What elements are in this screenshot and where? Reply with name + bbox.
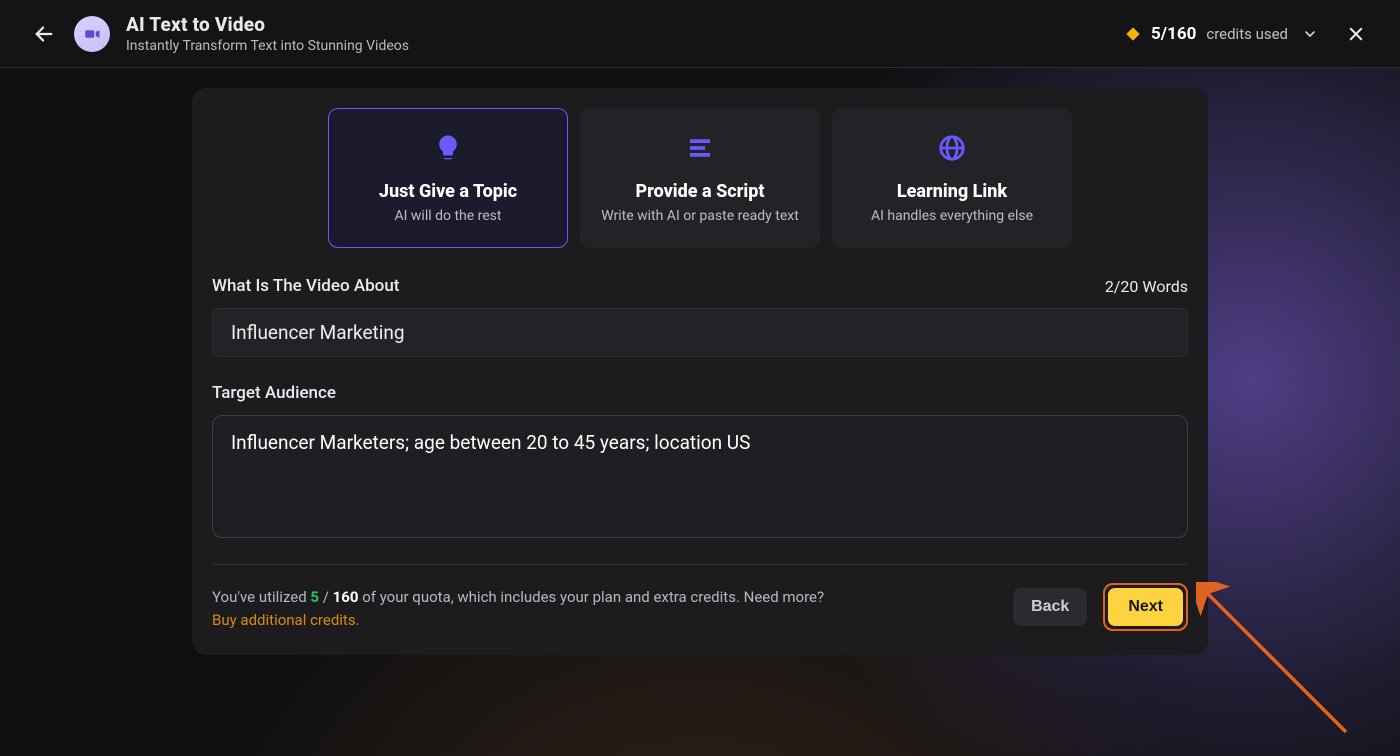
top-bar: AI Text to Video Instantly Transform Tex… [0, 0, 1400, 68]
option-subtitle: Write with AI or paste ready text [601, 208, 799, 224]
back-arrow-button[interactable] [24, 14, 64, 54]
arrow-left-icon [33, 23, 55, 45]
option-card-link[interactable]: Learning Link AI handles everything else [832, 108, 1072, 248]
video-camera-icon [83, 25, 101, 43]
main-panel: Just Give a Topic AI will do the rest Pr… [192, 88, 1208, 655]
option-card-script[interactable]: Provide a Script Write with AI or paste … [580, 108, 820, 248]
quota-total: 160 [333, 588, 359, 606]
quota-block: You've utilized 5 / 160 of your quota, w… [212, 586, 824, 629]
buy-credits-link[interactable]: Buy additional credits. [212, 611, 360, 629]
option-subtitle: AI handles everything else [871, 208, 1033, 224]
audience-textarea[interactable] [231, 430, 1169, 483]
option-title: Provide a Script [636, 181, 765, 202]
audience-label: Target Audience [212, 383, 1188, 403]
option-row: Just Give a Topic AI will do the rest Pr… [212, 108, 1188, 248]
page-subtitle: Instantly Transform Text into Stunning V… [126, 38, 409, 54]
script-lines-icon [685, 133, 715, 163]
quota-used: 5 [310, 588, 319, 606]
next-button-highlight: Next [1103, 583, 1188, 631]
option-card-topic[interactable]: Just Give a Topic AI will do the rest [328, 108, 568, 248]
globe-icon [937, 133, 967, 163]
chevron-down-icon [1302, 26, 1318, 42]
topic-input[interactable] [212, 308, 1188, 357]
lightbulb-icon [433, 133, 463, 163]
title-block: AI Text to Video Instantly Transform Tex… [126, 13, 409, 54]
quota-suffix: of your quota, which includes your plan … [358, 588, 824, 606]
quota-prefix: You've utilized [212, 588, 310, 606]
topic-label: What Is The Video About [212, 276, 399, 296]
topic-word-count: 2/20 Words [1105, 277, 1188, 296]
quota-slash: / [319, 588, 333, 606]
close-icon [1347, 25, 1365, 43]
credits-label: credits used [1206, 25, 1288, 43]
credits-indicator[interactable]: 5/160 credits used [1125, 24, 1318, 44]
close-button[interactable] [1336, 14, 1376, 54]
divider [212, 564, 1188, 565]
gem-icon [1125, 26, 1141, 42]
app-avatar [74, 16, 110, 52]
next-button[interactable]: Next [1108, 588, 1183, 626]
back-button[interactable]: Back [1013, 588, 1087, 626]
option-subtitle: AI will do the rest [394, 208, 501, 224]
credits-count: 5/160 [1151, 24, 1196, 44]
option-title: Just Give a Topic [379, 181, 517, 202]
footer-row: You've utilized 5 / 160 of your quota, w… [212, 583, 1188, 631]
audience-textarea-wrap[interactable] [212, 415, 1188, 538]
page-title: AI Text to Video [126, 13, 409, 36]
option-title: Learning Link [897, 181, 1007, 202]
